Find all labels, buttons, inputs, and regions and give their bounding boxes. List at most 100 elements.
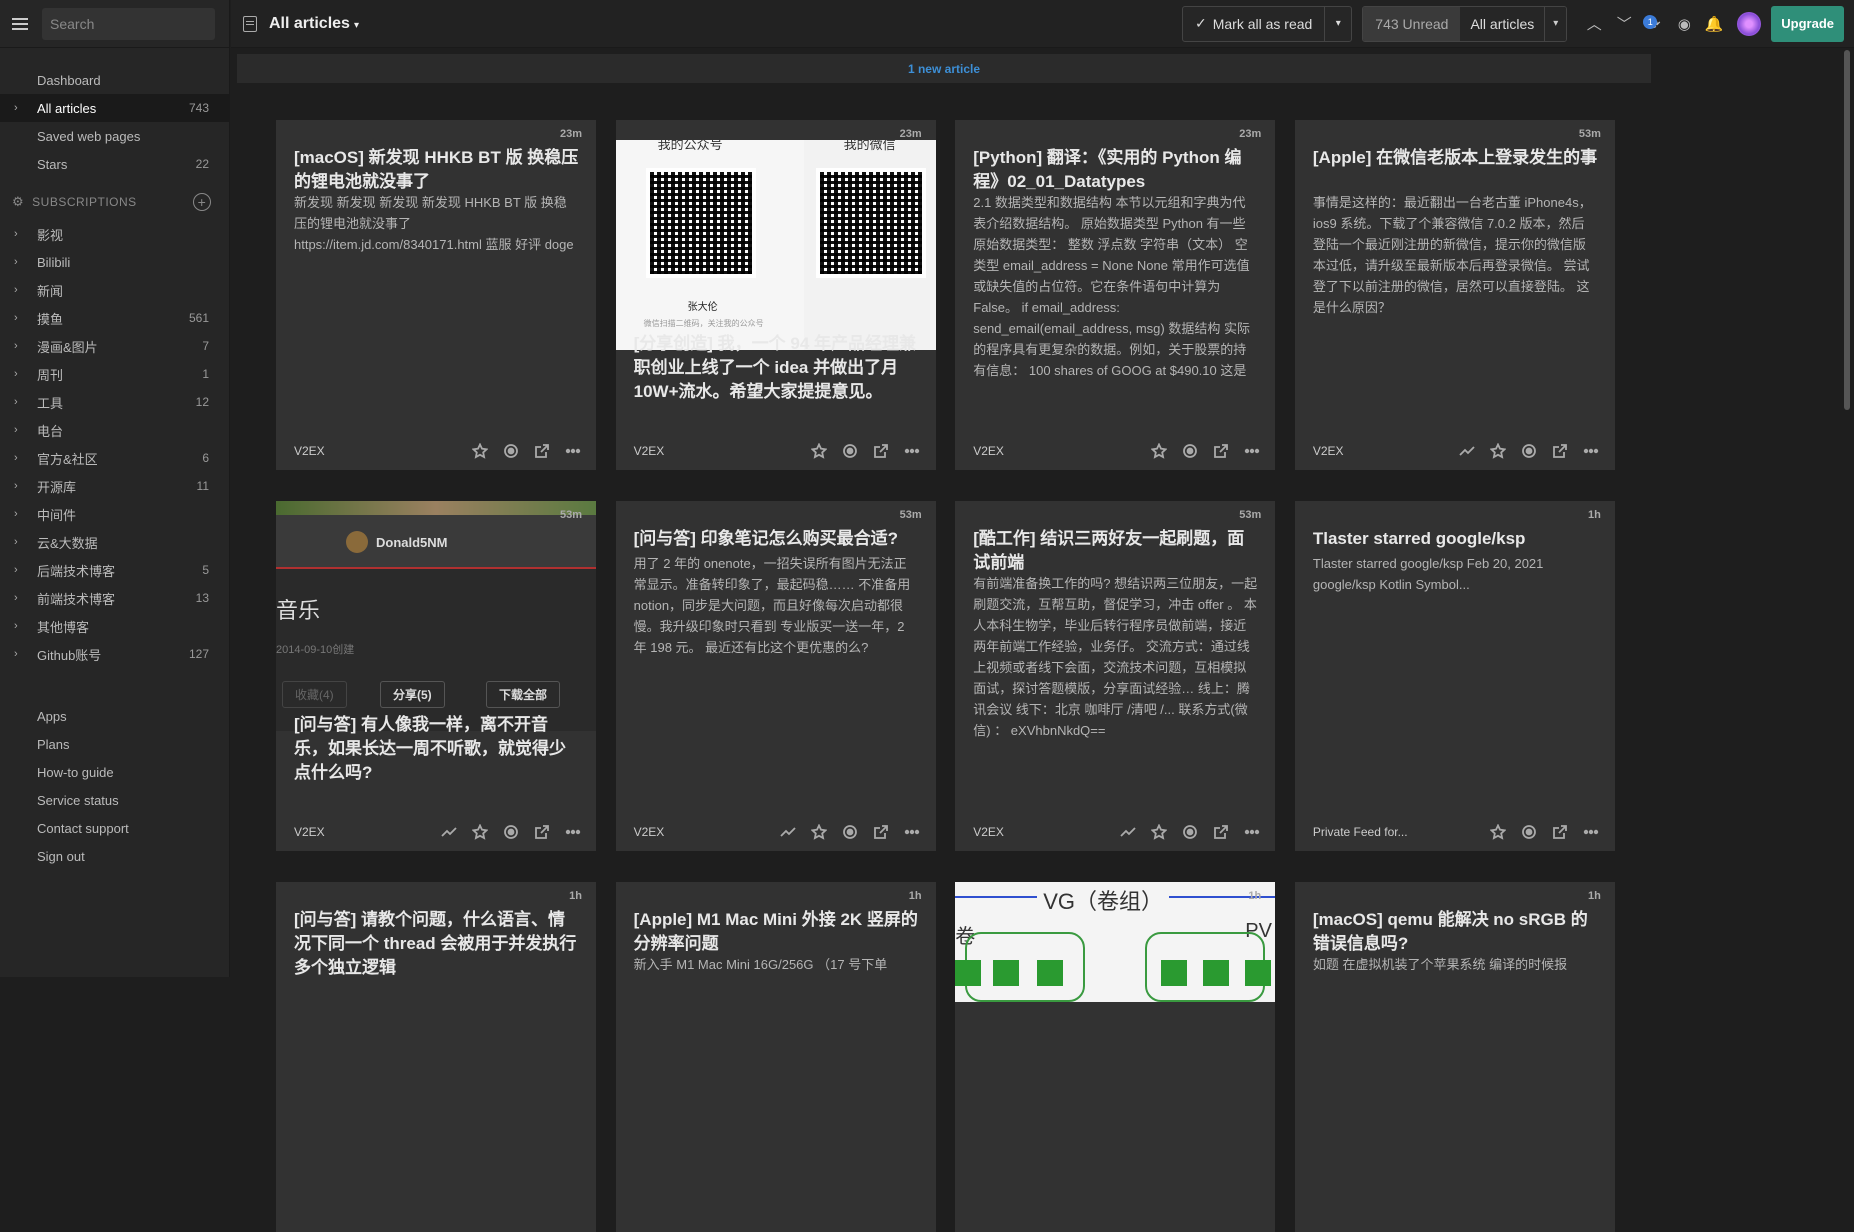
- add-subscription-icon[interactable]: +: [193, 193, 211, 211]
- article-title[interactable]: [Python] 翻译：《实用的 Python 编程》02_01_Datatyp…: [973, 146, 1261, 194]
- chevron-right-icon[interactable]: ›: [14, 228, 18, 240]
- mark-read-icon[interactable]: [1180, 441, 1199, 460]
- more-icon[interactable]: [903, 822, 922, 841]
- subscription-item[interactable]: › Bilibili: [0, 248, 229, 276]
- new-articles-banner[interactable]: 1 new article: [237, 54, 1651, 83]
- chevron-right-icon[interactable]: ›: [14, 424, 18, 436]
- view-mode-icon[interactable]: [243, 15, 257, 32]
- article-title[interactable]: [酷工作] 结识三两好友一起刷题，面试前端: [973, 527, 1261, 575]
- more-icon[interactable]: [563, 822, 582, 841]
- chevron-right-icon[interactable]: ›: [14, 480, 18, 492]
- chevron-right-icon[interactable]: ›: [14, 620, 18, 632]
- article-title[interactable]: [问与答] 有人像我一样，离不开音乐，如果长达一周不听歌，就觉得少点什么吗?: [294, 713, 582, 785]
- chevron-right-icon[interactable]: ›: [14, 368, 18, 380]
- menu-icon[interactable]: [10, 16, 30, 32]
- subscription-item[interactable]: › 后端技术博客 5: [0, 556, 229, 584]
- chevron-right-icon[interactable]: ›: [14, 564, 18, 576]
- chevron-right-icon[interactable]: ›: [14, 312, 18, 324]
- mark-read-icon[interactable]: [1520, 822, 1539, 841]
- trending-icon[interactable]: [1118, 822, 1137, 841]
- subscription-item[interactable]: › 漫画&图片 7: [0, 332, 229, 360]
- article-title[interactable]: [Apple] 在微信老版本上登录发生的事: [1313, 146, 1601, 170]
- chevron-right-icon[interactable]: ›: [14, 256, 18, 268]
- chevron-right-icon[interactable]: ›: [14, 508, 18, 520]
- more-icon[interactable]: [1242, 441, 1261, 460]
- chevron-down-icon[interactable]: ▾: [1544, 6, 1567, 41]
- chevron-down-icon[interactable]: ﹀: [1609, 6, 1639, 42]
- article-source[interactable]: Private Feed for...: [1313, 825, 1408, 839]
- trending-icon[interactable]: [779, 822, 798, 841]
- subscription-item[interactable]: › 官方&社区 6: [0, 444, 229, 472]
- subscription-item[interactable]: › 开源库 11: [0, 472, 229, 500]
- external-link-icon[interactable]: [1551, 822, 1570, 841]
- chevron-right-icon[interactable]: ›: [14, 648, 18, 660]
- star-icon[interactable]: [810, 441, 829, 460]
- footer-link[interactable]: Apps: [0, 702, 229, 730]
- trending-icon[interactable]: [439, 822, 458, 841]
- filter-all-articles-button[interactable]: All articles: [1460, 6, 1545, 41]
- more-icon[interactable]: [1242, 822, 1261, 841]
- mark-read-icon[interactable]: [1520, 441, 1539, 460]
- article-card[interactable]: 53m [问与答] 印象笔记怎么购买最合适? 用了 2 年的 onenote，一招失…: [615, 501, 936, 852]
- subscription-item[interactable]: › 工具 12: [0, 388, 229, 416]
- footer-link[interactable]: Plans: [0, 730, 229, 758]
- mark-read-icon[interactable]: [501, 822, 520, 841]
- article-source[interactable]: V2EX: [634, 444, 665, 458]
- star-icon[interactable]: [1149, 822, 1168, 841]
- article-source[interactable]: V2EX: [294, 825, 325, 839]
- scrollbar[interactable]: [1844, 50, 1850, 410]
- subscription-item[interactable]: › 前端技术博客 13: [0, 584, 229, 612]
- star-icon[interactable]: [470, 441, 489, 460]
- chevron-right-icon[interactable]: ›: [14, 340, 18, 352]
- chevron-right-icon[interactable]: ›: [14, 284, 18, 296]
- article-card[interactable]: 1h [问与答] 请教个问题，什么语言、情况下同一个 thread 会被用于并发执…: [276, 882, 596, 1232]
- more-icon[interactable]: [1582, 441, 1601, 460]
- external-link-icon[interactable]: [872, 822, 891, 841]
- subscription-item[interactable]: › 新闻: [0, 276, 229, 304]
- mark-read-icon[interactable]: [841, 822, 860, 841]
- article-title[interactable]: [问与答] 请教个问题，什么语言、情况下同一个 thread 会被用于并发执行多…: [294, 908, 582, 980]
- article-source[interactable]: V2EX: [973, 444, 1004, 458]
- article-source[interactable]: V2EX: [294, 444, 325, 458]
- article-card[interactable]: Donald5NM 音乐 2014-09-10创建 收藏(4) 分享(5) 下载全部 53m…: [276, 501, 596, 852]
- eye-icon[interactable]: ◉: [1669, 6, 1699, 42]
- article-title[interactable]: [分享创造] 我，一个 94 年产品经理兼职创业上线了一个 idea 并做出了月…: [634, 332, 922, 404]
- mark-read-icon[interactable]: [841, 441, 860, 460]
- external-link-icon[interactable]: [532, 441, 551, 460]
- more-icon[interactable]: [903, 441, 922, 460]
- article-card[interactable]: 我的公众号 我的微信 张大伦 微信扫描二维码，关注我的公众号 23m [分享创造] 我，一…: [615, 120, 936, 470]
- star-icon[interactable]: [1489, 822, 1508, 841]
- external-link-icon[interactable]: [872, 441, 891, 460]
- article-card[interactable]: 53m [酷工作] 结识三两好友一起刷题，面试前端 有前端准备换工作的吗? 想结识两…: [955, 501, 1276, 852]
- footer-link[interactable]: How-to guide: [0, 758, 229, 786]
- subscription-item[interactable]: › Github账号 127: [0, 640, 229, 668]
- trending-icon[interactable]: [1458, 441, 1477, 460]
- external-link-icon[interactable]: [532, 822, 551, 841]
- mark-all-read-button[interactable]: ✓ Mark all as read ▾: [1181, 5, 1353, 42]
- mark-read-icon[interactable]: [1180, 822, 1199, 841]
- footer-link[interactable]: Sign out: [0, 842, 229, 870]
- article-source[interactable]: V2EX: [634, 825, 665, 839]
- mark-read-icon[interactable]: [501, 441, 520, 460]
- chevron-up-icon[interactable]: ︿: [1579, 6, 1609, 42]
- gear-icon[interactable]: ⚙: [12, 194, 24, 210]
- chevron-right-icon[interactable]: ›: [14, 396, 18, 408]
- nav-saved-web-pages[interactable]: Saved web pages: [0, 122, 229, 150]
- chevron-right-icon[interactable]: ›: [14, 592, 18, 604]
- chevron-right-icon[interactable]: ›: [14, 102, 18, 114]
- star-icon[interactable]: [470, 822, 489, 841]
- chevron-right-icon[interactable]: ›: [14, 452, 18, 464]
- article-title[interactable]: [问与答] 印象笔记怎么购买最合适?: [634, 527, 922, 551]
- more-icon[interactable]: [563, 441, 582, 460]
- article-title[interactable]: [macOS] qemu 能解决 no sRGB 的错误信息吗?: [1313, 908, 1601, 956]
- footer-link[interactable]: Service status: [0, 786, 229, 814]
- article-card[interactable]: 23m [Python] 翻译：《实用的 Python 编程》02_01_Data…: [955, 120, 1276, 470]
- external-link-icon[interactable]: [1211, 441, 1230, 460]
- search-input[interactable]: Search: [42, 7, 215, 40]
- article-source[interactable]: V2EX: [973, 825, 1004, 839]
- nav-stars[interactable]: Stars 22: [0, 150, 229, 178]
- article-card[interactable]: 53m [Apple] 在微信老版本上登录发生的事 事情是这样的：最近翻出一台老古董…: [1294, 120, 1615, 470]
- bell-icon[interactable]: 🔔: [1699, 6, 1729, 42]
- article-source[interactable]: V2EX: [1313, 444, 1344, 458]
- footer-link[interactable]: Contact support: [0, 814, 229, 842]
